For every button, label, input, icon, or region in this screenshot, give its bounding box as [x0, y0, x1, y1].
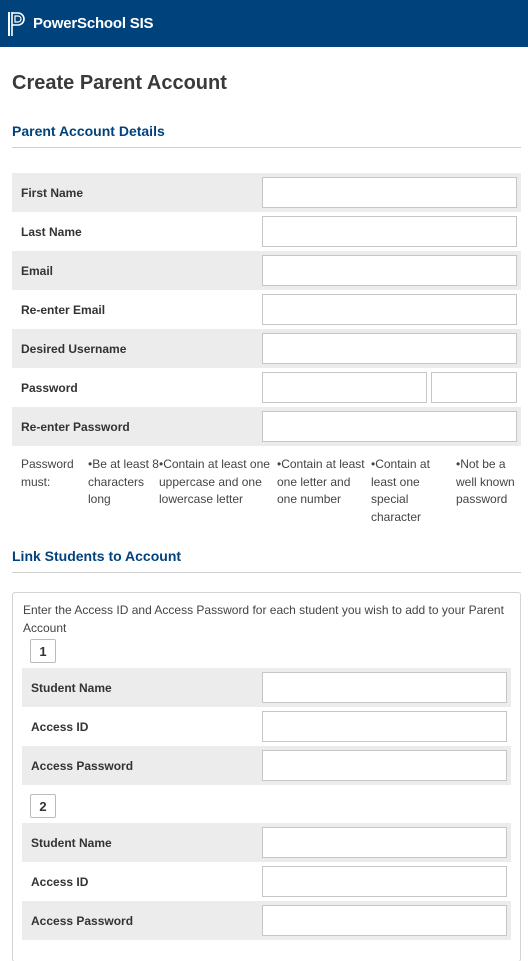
access-id-row: Access ID	[22, 862, 511, 901]
last-name-row: Last Name	[12, 212, 521, 251]
email-row: Email	[12, 251, 521, 290]
parent-form-table: First Name Last Name Email Re-enter Emai…	[12, 173, 521, 446]
password-input[interactable]	[262, 372, 427, 403]
username-label: Desired Username	[21, 341, 127, 356]
password-rules-intro: Password must:	[21, 457, 74, 489]
link-instructions: Enter the Access ID and Access Password …	[23, 603, 504, 635]
student-name-input[interactable]	[262, 672, 507, 703]
student-2-table: Student Name Access ID Access Password	[22, 823, 511, 940]
student-name-label: Student Name	[31, 835, 112, 850]
reenter-password-input[interactable]	[262, 411, 517, 442]
access-id-input[interactable]	[262, 711, 507, 742]
reenter-email-label: Re-enter Email	[21, 302, 106, 317]
reenter-email-row: Re-enter Email	[12, 290, 521, 329]
last-name-input[interactable]	[262, 216, 517, 247]
password-rule-case: •Contain at least one uppercase and one …	[159, 457, 270, 506]
password-label: Password	[21, 380, 78, 395]
section-divider	[12, 572, 521, 573]
access-password-input[interactable]	[262, 905, 507, 936]
access-password-input[interactable]	[262, 750, 507, 781]
student-number-badge: 2	[30, 794, 56, 818]
password-strength-indicator	[431, 372, 517, 403]
password-rule-letter-number: •Contain at least one letter and one num…	[277, 457, 365, 506]
password-row: Password	[12, 368, 521, 407]
access-id-row: Access ID	[22, 707, 511, 746]
student-name-row: Student Name	[22, 823, 511, 862]
last-name-label: Last Name	[21, 224, 82, 239]
access-id-label: Access ID	[31, 719, 89, 734]
page-title: Create Parent Account	[12, 72, 227, 94]
email-label: Email	[21, 263, 54, 278]
access-password-label: Access Password	[31, 758, 134, 773]
link-section-title: Link Students to Account	[12, 548, 182, 564]
access-id-label: Access ID	[31, 874, 89, 889]
app-header: PowerSchool SIS	[0, 0, 528, 47]
first-name-input[interactable]	[262, 177, 517, 208]
access-id-input[interactable]	[262, 866, 507, 897]
password-rule-length: •Be at least 8 characters long	[88, 457, 159, 506]
password-rules: Password must: •Be at least 8 characters…	[12, 456, 521, 526]
password-rule-well-known: •Not be a well known password	[456, 457, 515, 506]
password-rule-special: •Contain at least one special character	[371, 457, 430, 524]
username-input[interactable]	[262, 333, 517, 364]
parent-section-title: Parent Account Details	[12, 123, 165, 139]
section-divider	[12, 147, 521, 148]
reenter-password-row: Re-enter Password	[12, 407, 521, 446]
access-password-label: Access Password	[31, 913, 134, 928]
access-password-row: Access Password	[22, 901, 511, 940]
powerschool-logo-icon	[7, 11, 27, 37]
link-students-box: Enter the Access ID and Access Password …	[12, 592, 521, 961]
reenter-email-input[interactable]	[262, 294, 517, 325]
student-1-table: Student Name Access ID Access Password	[22, 668, 511, 785]
first-name-row: First Name	[12, 173, 521, 212]
email-input[interactable]	[262, 255, 517, 286]
reenter-password-label: Re-enter Password	[21, 419, 130, 434]
access-password-row: Access Password	[22, 746, 511, 785]
student-name-label: Student Name	[31, 680, 112, 695]
first-name-label: First Name	[21, 185, 84, 200]
student-name-row: Student Name	[22, 668, 511, 707]
brand-name: PowerSchool SIS	[33, 15, 154, 32]
student-name-input[interactable]	[262, 827, 507, 858]
username-row: Desired Username	[12, 329, 521, 368]
student-number-badge: 1	[30, 639, 56, 663]
